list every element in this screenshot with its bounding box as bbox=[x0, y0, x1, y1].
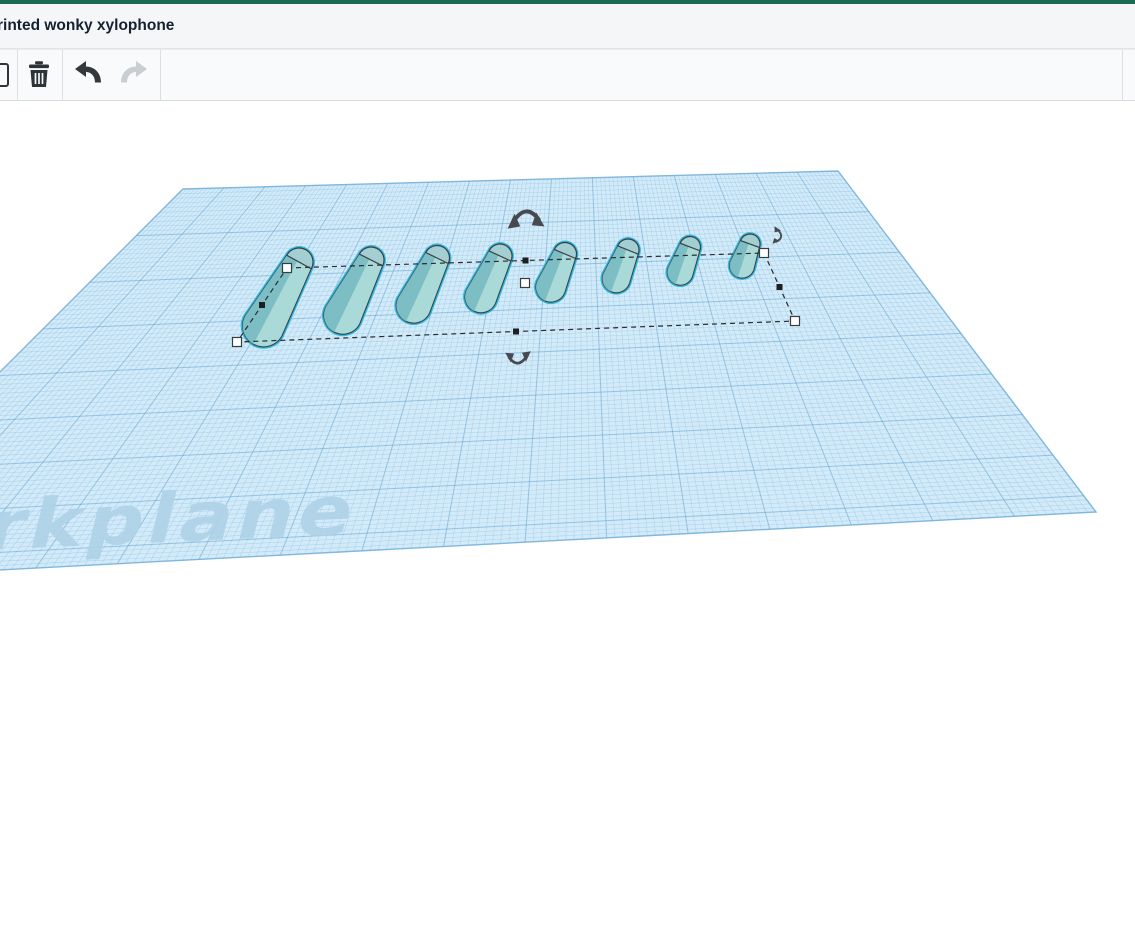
header-bar: rinted wonky xylophone bbox=[0, 4, 1135, 49]
scale-handle-edge[interactable] bbox=[777, 284, 783, 290]
viewport-3d[interactable]: workplane bbox=[0, 0, 1135, 947]
scale-handle-edge[interactable] bbox=[259, 302, 265, 308]
undo-button[interactable] bbox=[70, 56, 106, 94]
height-handle[interactable] bbox=[521, 279, 530, 288]
design-title: rinted wonky xylophone bbox=[0, 4, 174, 48]
redo-icon bbox=[116, 56, 152, 92]
toolbar bbox=[0, 49, 1135, 101]
redo-button[interactable] bbox=[116, 56, 152, 94]
scale-handle-corner[interactable] bbox=[233, 338, 242, 347]
toolbar-divider bbox=[160, 50, 161, 100]
scale-handle-edge[interactable] bbox=[513, 329, 519, 335]
scale-handle-edge[interactable] bbox=[523, 258, 529, 264]
toolbar-divider bbox=[1122, 50, 1123, 100]
workplane-label: workplane bbox=[0, 470, 367, 572]
scale-handle-corner[interactable] bbox=[791, 317, 800, 326]
delete-button[interactable] bbox=[21, 56, 57, 94]
clipped-copy-icon[interactable] bbox=[0, 63, 9, 87]
scale-handle-corner[interactable] bbox=[283, 264, 292, 273]
trash-icon bbox=[21, 56, 57, 92]
toolbar-divider bbox=[62, 50, 63, 100]
toolbar-divider bbox=[17, 50, 18, 100]
scale-handle-corner[interactable] bbox=[760, 249, 769, 258]
undo-icon bbox=[70, 56, 106, 92]
